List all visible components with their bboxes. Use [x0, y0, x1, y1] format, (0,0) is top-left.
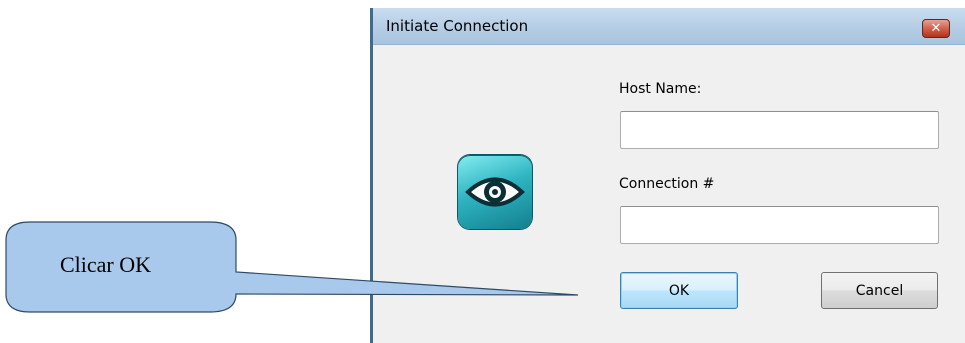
dialog-titlebar[interactable]: Initiate Connection ✕	[373, 8, 965, 45]
screenshot-stage: Initiate Connection ✕ Host Name: Connect…	[0, 0, 965, 343]
cancel-button[interactable]: Cancel	[821, 272, 938, 309]
connection-number-label: Connection #	[619, 176, 715, 192]
connection-number-input[interactable]	[620, 206, 939, 244]
host-name-label: Host Name:	[619, 81, 702, 97]
callout-text: Clicar OK	[60, 252, 152, 277]
eye-icon	[458, 155, 532, 229]
initiate-connection-dialog: Initiate Connection ✕ Host Name: Connect…	[370, 8, 965, 343]
close-button[interactable]: ✕	[922, 19, 950, 38]
ok-button[interactable]: OK	[620, 272, 738, 309]
close-icon: ✕	[930, 21, 942, 36]
dialog-title: Initiate Connection	[386, 17, 529, 35]
dialog-body: Host Name: Connection # OK Cancel	[373, 45, 965, 343]
host-name-input[interactable]	[620, 111, 939, 149]
